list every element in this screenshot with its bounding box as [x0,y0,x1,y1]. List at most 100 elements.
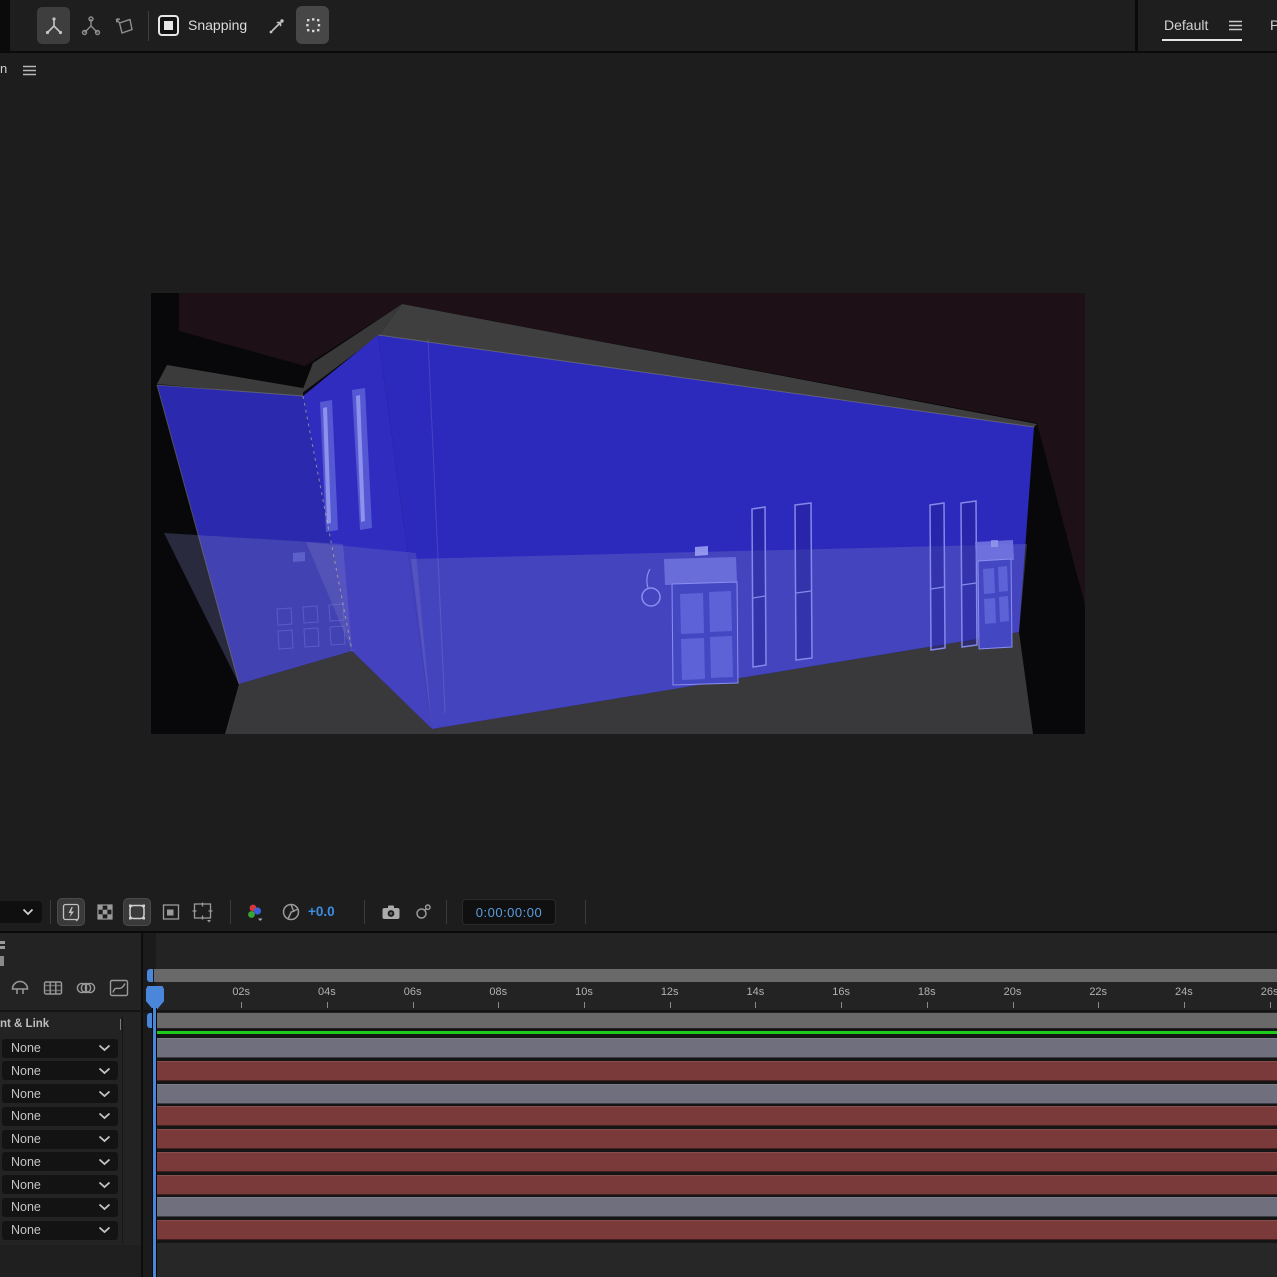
comp-panel-menu-button[interactable] [22,64,37,77]
layer-track-bar[interactable] [156,1061,1277,1081]
toolbar-right-separator [1135,0,1138,51]
door-1-lintel [664,557,737,585]
chevron-down-icon [98,1226,111,1234]
region-of-interest-button[interactable] [158,899,184,925]
layer-track-bar[interactable] [156,1084,1277,1104]
transparency-grid-button[interactable] [92,899,118,925]
comp-viewport[interactable] [151,293,1085,734]
layer-track-bar[interactable] [156,1038,1277,1058]
ruler-tick [498,1002,499,1008]
workspace-menu-button[interactable] [1228,19,1243,32]
snapshot-button[interactable] [378,899,404,925]
crosshair-box-icon [191,900,215,924]
chevron-down-icon [98,1158,111,1166]
view-axis-mode-button[interactable] [108,7,141,44]
ruler-tick [1270,1002,1271,1008]
parent-link-dropdown[interactable]: None [2,1039,118,1058]
layer-track-bar[interactable] [156,1175,1277,1195]
graph-editor-button[interactable] [107,976,131,1005]
door-2-pane [983,568,995,594]
parent-link-dropdown[interactable]: None [2,1198,118,1217]
ruler-label: 16s [832,986,850,998]
magnification-dropdown[interactable] [0,901,42,923]
fast-previews-button[interactable] [58,899,84,925]
snapping-label: Snapping [188,17,247,33]
parent-link-dropdown[interactable]: None [2,1175,118,1194]
layer-track-bar[interactable] [156,1106,1277,1126]
door-1-pane [680,593,704,634]
ruler-label: 10s [575,986,593,998]
parent-link-dropdown[interactable]: None [2,1107,118,1126]
layer-track-bar[interactable] [156,1220,1277,1240]
workspace-tab-default[interactable]: Default [1164,17,1208,33]
snapping-checkbox-fill [164,21,173,30]
parent-link-value: None [2,1132,98,1146]
parent-link-header: nt & Link [0,1018,49,1030]
shy-layers-button[interactable] [8,976,32,1005]
time-navigator-handle[interactable] [147,969,153,982]
parent-link-dropdown[interactable]: None [2,1221,118,1240]
chevron-down-icon [98,1044,111,1052]
comp-tab-partial-label[interactable]: n [0,61,7,76]
square-in-square-icon [160,901,182,923]
app-window: Snapping Default P n [0,0,1277,1277]
local-axis-mode-button[interactable] [37,7,70,44]
parent-link-value: None [2,1178,98,1192]
clipped-icon [0,946,5,949]
ruler-tick [755,1002,756,1008]
work-area-bar[interactable] [154,1013,1277,1028]
show-snapshot-icon [411,900,435,924]
chevron-down-icon [98,1112,111,1120]
clipped-icon [0,941,5,944]
shy-icon [8,976,32,1000]
layer-track-bar[interactable] [156,1152,1277,1172]
layer-track-bar[interactable] [156,1129,1277,1149]
chevron-down-icon [98,1090,111,1098]
parent-link-header-handle[interactable] [120,1019,121,1030]
grid-guides-button[interactable] [190,899,216,925]
view-axis-icon [113,14,137,38]
ruler-tick [241,1002,242,1008]
time-ruler[interactable]: 00s02s04s06s08s10s12s14s16s18s20s22s24s2… [141,984,1277,1010]
parent-link-dropdown[interactable]: None [2,1061,118,1080]
parent-link-dropdown[interactable]: None [2,1152,118,1171]
door-1-pane [710,636,733,678]
comp-toolbar-separator [230,900,231,924]
parent-link-column-divider[interactable] [122,1016,123,1243]
door-1-pane [709,591,732,632]
motion-blur-button[interactable] [74,976,98,1005]
ruler-label: 12s [661,986,679,998]
timecode-field[interactable]: 0:00:00:00 [462,899,556,925]
lightning-box-icon [60,901,82,923]
time-navigator-bar[interactable] [154,969,1277,982]
parent-link-dropdown[interactable]: None [2,1084,118,1103]
ruler-label: 26s [1261,986,1277,998]
frame-blend-button[interactable] [41,976,65,1005]
snapping-checkbox[interactable] [158,15,179,36]
reset-exposure-button[interactable] [278,899,304,925]
parent-link-dropdown[interactable]: None [2,1130,118,1149]
snap-to-point-button[interactable] [262,7,290,44]
ruler-tick [1098,1002,1099,1008]
parent-link-value: None [2,1223,98,1237]
parent-link-value: None [2,1064,98,1078]
door-1-pane [681,638,705,680]
comp-toolbar-separator [50,900,51,924]
world-axis-mode-button[interactable] [74,7,107,44]
channels-button[interactable] [243,899,269,925]
chevron-down-icon [98,1181,111,1189]
chevron-down-icon [98,1203,111,1211]
ruler-label: 02s [232,986,250,998]
ruler-tick [584,1002,585,1008]
layer-track-bar[interactable] [156,1197,1277,1217]
show-snapshot-button[interactable] [410,899,436,925]
camera-icon [379,900,403,924]
clipped-icon [0,956,4,966]
mask-visibility-button[interactable] [124,899,150,925]
playhead-line[interactable] [153,1008,156,1277]
curve-box-icon [107,976,131,1000]
workspace-tab-partial[interactable]: P [1270,17,1277,33]
ruler-tick [1184,1002,1185,1008]
snap-features-button[interactable] [296,6,329,44]
exposure-value[interactable]: +0.0 [308,904,335,919]
